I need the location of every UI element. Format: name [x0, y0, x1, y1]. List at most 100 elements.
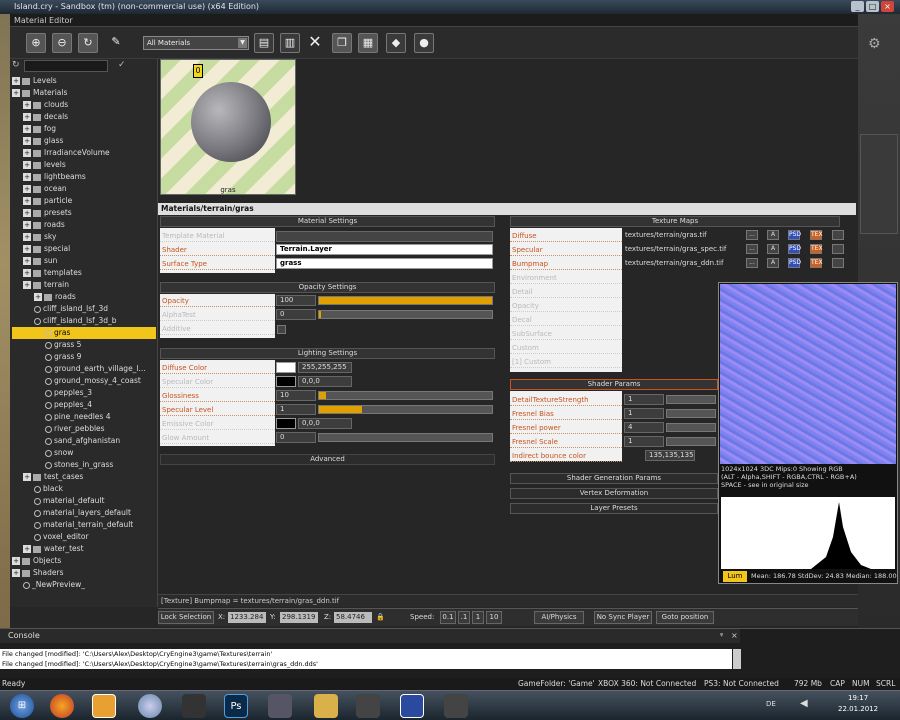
files-icon[interactable] — [314, 694, 338, 718]
expand-icon[interactable]: + — [23, 269, 31, 277]
no-sync-player-button[interactable]: No Sync Player — [594, 611, 652, 624]
shader-generation-params-header[interactable]: Shader Generation Params — [510, 473, 718, 484]
material-preview[interactable]: 0 gras — [160, 59, 296, 195]
texture-settings-button[interactable]: TEX — [810, 244, 823, 254]
browse-button[interactable]: ... — [746, 230, 758, 240]
shader-param-value[interactable]: 1 — [624, 394, 664, 405]
expand-icon[interactable]: + — [34, 293, 42, 301]
app-icon[interactable] — [444, 694, 468, 718]
tree-item[interactable]: + presets — [12, 207, 156, 219]
material-filter-select[interactable]: All Materials ▼ — [143, 36, 249, 50]
opacity-settings-header[interactable]: Opacity Settings — [160, 282, 495, 293]
tree-item[interactable]: voxel_editor — [12, 531, 156, 543]
expand-icon[interactable]: + — [23, 101, 31, 109]
render-icon[interactable]: ● — [414, 33, 434, 53]
tree-item[interactable]: + Materials — [12, 87, 156, 99]
tree-item[interactable]: + lightbeams — [12, 171, 156, 183]
browse-button[interactable]: ... — [746, 258, 758, 268]
volume-icon[interactable]: ◀ — [800, 698, 808, 709]
tree-item[interactable]: + IrradianceVolume — [12, 147, 156, 159]
explorer-icon[interactable] — [138, 694, 162, 718]
tree-item[interactable]: + roads — [12, 291, 156, 303]
alphatest-input[interactable]: 0 — [276, 309, 316, 320]
specular-level-input[interactable]: 1 — [276, 404, 316, 415]
vertex-deformation-header[interactable]: Vertex Deformation — [510, 488, 718, 499]
delete-icon[interactable]: ✕ — [305, 33, 325, 53]
expand-icon[interactable]: + — [23, 173, 31, 181]
tree-item[interactable]: material_default — [12, 495, 156, 507]
tool-icon[interactable] — [268, 694, 292, 718]
opacity-slider[interactable] — [318, 296, 493, 305]
texture-maps-header[interactable]: Texture Maps — [510, 216, 840, 227]
pick-material-icon[interactable]: ✎ — [106, 33, 126, 53]
add-material-button[interactable]: ⊕ — [26, 33, 46, 53]
material-assign-button[interactable]: ↻ — [78, 33, 98, 53]
tree-item[interactable]: + Objects — [12, 555, 156, 567]
language-indicator[interactable]: DE — [766, 700, 776, 708]
autoload-button[interactable]: A — [767, 244, 779, 254]
shader-param-value[interactable]: 1 — [624, 436, 664, 447]
console-pin-icon[interactable]: ᵠ — [720, 631, 723, 640]
remove-material-button[interactable]: ⊖ — [52, 33, 72, 53]
folder-icon[interactable] — [92, 694, 116, 718]
tree-item[interactable]: gras — [12, 327, 156, 339]
tree-item[interactable]: + clouds — [12, 99, 156, 111]
alphatest-slider[interactable] — [318, 310, 493, 319]
shader-param-slider[interactable] — [666, 395, 716, 404]
tree-item[interactable]: + Shaders — [12, 567, 156, 579]
shader-param-value[interactable]: 1 — [624, 408, 664, 419]
emissive-color-swatch[interactable] — [276, 418, 296, 429]
texture-map-path[interactable]: textures/terrain/gras_ddn.tif — [625, 258, 740, 269]
shader-param-value[interactable]: 4 — [624, 422, 664, 433]
tree-item[interactable]: pepples_4 — [12, 399, 156, 411]
expand-icon[interactable]: + — [23, 221, 31, 229]
tree-item[interactable]: ground_earth_village_l... — [12, 363, 156, 375]
x-value[interactable]: 1233.284 — [228, 612, 266, 623]
tree-item[interactable]: material_layers_default — [12, 507, 156, 519]
diffuse-color-value[interactable]: 255,255,255 — [298, 362, 352, 373]
close-button[interactable]: × — [881, 1, 894, 12]
template-material-field[interactable] — [276, 231, 493, 242]
tree-item[interactable]: _NewPreview_ — [12, 579, 156, 591]
shader-param-slider[interactable] — [666, 437, 716, 446]
clear-button[interactable] — [832, 230, 844, 240]
lock-icon[interactable]: 🔒 — [376, 612, 385, 623]
surface-type-select[interactable]: grass — [276, 258, 493, 269]
texture-map-path[interactable]: textures/terrain/gras_spec.tif — [625, 244, 740, 255]
preview-icon[interactable]: ◆ — [386, 33, 406, 53]
tree-item[interactable]: black — [12, 483, 156, 495]
edit-photoshop-button[interactable]: PSD — [788, 258, 801, 268]
speed-option-0.1[interactable]: .1 — [458, 611, 470, 624]
expand-icon[interactable]: + — [12, 557, 20, 565]
tree-item[interactable]: river_pebbles — [12, 423, 156, 435]
tree-search-input[interactable] — [24, 60, 108, 72]
expand-icon[interactable]: + — [23, 257, 31, 265]
tree-item[interactable]: + particle — [12, 195, 156, 207]
expand-icon[interactable]: + — [12, 89, 20, 97]
expand-icon[interactable]: + — [12, 569, 20, 577]
tree-item[interactable]: material_terrain_default — [12, 519, 156, 531]
texture-settings-button[interactable]: TEX — [810, 230, 823, 240]
expand-icon[interactable]: + — [23, 113, 31, 121]
z-value[interactable]: 58.4746 — [334, 612, 372, 623]
texture-settings-button[interactable]: TEX — [810, 258, 823, 268]
expand-icon[interactable]: + — [23, 149, 31, 157]
expand-icon[interactable]: + — [12, 77, 20, 85]
sandbox-icon[interactable] — [356, 694, 380, 718]
clock-date[interactable]: 22.01.2012 — [838, 705, 878, 713]
shader-param-slider[interactable] — [666, 409, 716, 418]
tree-item[interactable]: + sky — [12, 231, 156, 243]
glow-amount-input[interactable]: 0 — [276, 432, 316, 443]
tree-item[interactable]: cliff_island_lsf_3d — [12, 303, 156, 315]
windows-start-icon[interactable]: ⊞ — [10, 694, 34, 718]
diffuse-color-swatch[interactable] — [276, 362, 296, 373]
tree-item[interactable]: sand_afghanistan — [12, 435, 156, 447]
layer-presets-header[interactable]: Layer Presets — [510, 503, 718, 514]
speed-value[interactable]: 0.1 — [440, 611, 456, 624]
monitor-icon[interactable] — [400, 694, 424, 718]
expand-icon[interactable]: + — [23, 473, 31, 481]
clock-time[interactable]: 19:17 — [848, 694, 868, 702]
tree-item[interactable]: + test_cases — [12, 471, 156, 483]
advanced-header[interactable]: Advanced — [160, 454, 495, 465]
opacity-input[interactable]: 100 — [276, 295, 316, 306]
